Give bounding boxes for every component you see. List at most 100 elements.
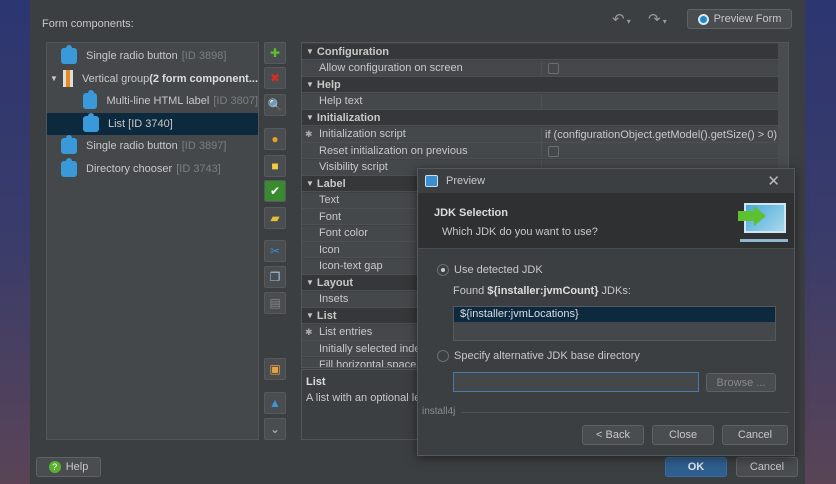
- close-icon[interactable]: ✕: [767, 172, 780, 190]
- collapse-arrow-icon[interactable]: ▼: [306, 113, 314, 122]
- expand-arrow-icon[interactable]: ▼: [50, 74, 58, 83]
- jdk-directory-input[interactable]: [453, 372, 699, 392]
- help-button[interactable]: ? Help: [36, 457, 101, 477]
- tree-item[interactable]: Multi-line HTML label [ID 3807]: [47, 90, 258, 112]
- jdk-selection-subheading: Which JDK do you want to use?: [442, 226, 598, 238]
- form-component-icon: [83, 112, 99, 132]
- image-icon: ▣: [269, 362, 281, 376]
- property-value[interactable]: [541, 93, 778, 110]
- collapse-arrow-icon[interactable]: ▼: [306, 278, 314, 287]
- check-button[interactable]: ✔: [264, 180, 286, 202]
- collapse-arrow-icon[interactable]: ▼: [306, 47, 314, 56]
- preview-dialog: Preview ✕ JDK Selection Which JDK do you…: [417, 168, 795, 456]
- collapse-arrow-icon[interactable]: ▼: [306, 179, 314, 188]
- found-jdks-label: Found ${installer:jvmCount} JDKs:: [453, 285, 631, 297]
- browse-button[interactable]: Browse ...: [706, 373, 776, 392]
- install4j-brand: install4j: [422, 406, 456, 417]
- description-title: List: [306, 376, 326, 388]
- property-row[interactable]: Help text: [302, 93, 778, 110]
- property-value[interactable]: if (configurationObject.getModel().getSi…: [541, 126, 778, 143]
- tree-item-label: Directory chooser: [86, 162, 173, 175]
- undo-icon[interactable]: ↶ ▾: [612, 10, 631, 28]
- script-button[interactable]: ●: [264, 128, 286, 150]
- ok-button[interactable]: OK: [665, 457, 727, 477]
- property-row[interactable]: Allow configuration on screen: [302, 60, 778, 77]
- property-name: Layout: [316, 276, 353, 289]
- use-detected-jdk-radio[interactable]: Use detected JDK: [437, 264, 543, 276]
- paste-icon: ▤: [269, 296, 281, 310]
- property-name: Label: [316, 177, 346, 190]
- preview-form-button[interactable]: Preview Form: [687, 9, 792, 29]
- property-name: Icon: [319, 243, 340, 256]
- tree-item[interactable]: Single radio button [ID 3897]: [47, 135, 258, 157]
- tree-item-label: List [ID 3740]: [108, 117, 173, 130]
- jdk-list[interactable]: ${installer:jvmLocations}: [453, 306, 776, 341]
- property-name: Allow configuration on screen: [319, 62, 463, 74]
- description-text: A list with an optional le: [306, 392, 421, 404]
- form-component-tree[interactable]: Single radio button [ID 3898] ▼ Vertical gr…: [46, 42, 259, 440]
- redo-icon[interactable]: ↷ ▾: [648, 10, 667, 28]
- form-component-icon: [61, 157, 77, 177]
- property-value[interactable]: [541, 60, 778, 77]
- checkbox[interactable]: [548, 63, 559, 74]
- collapse-arrow-icon[interactable]: ▼: [306, 311, 314, 320]
- property-name: List: [316, 309, 337, 322]
- property-category: ▼ Initialization: [302, 110, 778, 126]
- property-category: ▼ Configuration: [302, 44, 778, 60]
- tree-item-label: Single radio button: [86, 140, 178, 152]
- property-value-text: if (configurationObject.getModel().getSi…: [545, 128, 778, 141]
- move-down-icon: ⌄: [269, 422, 281, 436]
- collapse-arrow-icon[interactable]: ▼: [306, 80, 314, 89]
- tree-item[interactable]: List [ID 3740]: [47, 112, 258, 135]
- property-row[interactable]: Reset initialization on previous: [302, 143, 778, 159]
- eye-icon: [697, 13, 709, 25]
- property-name: Reset initialization on previous: [319, 144, 468, 157]
- property-name: Text: [319, 194, 340, 206]
- property-name: Visibility script: [319, 161, 388, 173]
- property-row[interactable]: ✱ Initialization script if (configurationO…: [302, 126, 778, 143]
- form-component-icon: [61, 45, 77, 64]
- jdk-list-item[interactable]: ${installer:jvmLocations}: [454, 307, 775, 322]
- dialog-cancel-button[interactable]: Cancel: [722, 425, 788, 445]
- back-button[interactable]: < Back: [582, 425, 644, 445]
- property-category: ▼ Help: [302, 77, 778, 93]
- form-component-icon: [83, 90, 98, 109]
- radio-unselected-icon: [437, 350, 449, 362]
- tree-item-label: Multi-line HTML label: [106, 95, 210, 107]
- vertical-group-icon: [63, 70, 73, 87]
- image-button[interactable]: ▣: [264, 358, 286, 380]
- required-star-icon: ✱: [305, 128, 313, 139]
- brand-divider: [462, 412, 790, 413]
- move-up-button[interactable]: ▲: [264, 392, 286, 414]
- cut-icon: ✂: [269, 244, 281, 258]
- property-name: Help: [316, 78, 341, 91]
- close-button[interactable]: Close: [652, 425, 714, 445]
- search-button[interactable]: 🔍: [264, 94, 286, 116]
- required-star-icon: ✱: [305, 326, 313, 337]
- tree-item[interactable]: Single radio button [ID 3898]: [47, 45, 258, 67]
- property-value[interactable]: [541, 143, 778, 159]
- cancel-button[interactable]: Cancel: [736, 457, 798, 477]
- paste-button[interactable]: ▤: [264, 292, 286, 314]
- cut-button[interactable]: ✂: [264, 240, 286, 262]
- search-icon: 🔍: [267, 98, 283, 112]
- folder-button[interactable]: ▰: [264, 207, 286, 229]
- delete-button[interactable]: ✖: [264, 67, 286, 89]
- note-button[interactable]: ■: [264, 155, 286, 177]
- tree-item-label: Vertical group: [81, 72, 150, 85]
- form-component-icon: [61, 135, 77, 154]
- checkbox[interactable]: [548, 145, 559, 157]
- tree-item-bold: (2 form component...: [149, 72, 258, 85]
- copy-icon: ❐: [269, 270, 281, 284]
- tree-item[interactable]: Directory chooser [ID 3743]: [47, 157, 258, 180]
- property-name: Fill horizontal space: [319, 359, 417, 368]
- add-button[interactable]: ✚: [264, 42, 286, 64]
- add-icon: ✚: [269, 46, 281, 60]
- specify-alternative-jdk-radio[interactable]: Specify alternative JDK base directory: [437, 350, 640, 362]
- form-components-label: Form components:: [42, 18, 134, 30]
- copy-button[interactable]: ❐: [264, 266, 286, 288]
- move-down-button[interactable]: ⌄: [264, 418, 286, 440]
- radio-selected-icon: [437, 264, 449, 276]
- tree-item[interactable]: ▼ Vertical group (2 form component...: [47, 68, 258, 90]
- dialog-header: JDK Selection Which JDK do you want to u…: [418, 193, 794, 249]
